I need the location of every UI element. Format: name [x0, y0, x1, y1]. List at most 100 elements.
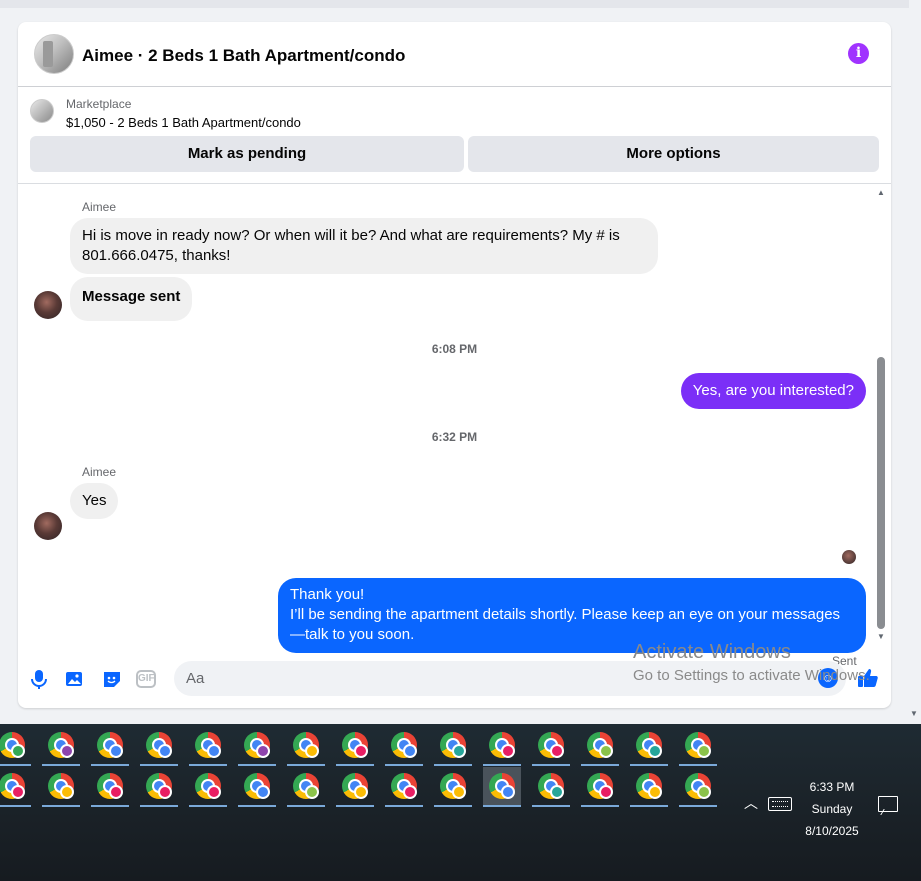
profile-badge-icon — [305, 744, 319, 758]
taskbar-chrome-profile-button[interactable] — [189, 726, 227, 766]
notification-center-icon[interactable] — [878, 796, 898, 812]
profile-badge-icon — [648, 744, 662, 758]
taskbar-chrome-profile-button[interactable] — [238, 767, 276, 807]
profile-badge-icon — [501, 785, 515, 799]
taskbar-chrome-profile-button[interactable] — [434, 767, 472, 807]
sender-avatar[interactable] — [34, 512, 62, 540]
profile-badge-icon — [648, 785, 662, 799]
taskbar-chrome-profile-button[interactable] — [91, 767, 129, 807]
taskbar-chrome-profile-button[interactable] — [140, 726, 178, 766]
profile-badge-icon — [452, 785, 466, 799]
mark-as-pending-button[interactable]: Mark as pending — [30, 136, 464, 172]
conversation-title[interactable]: Aimee · 2 Beds 1 Bath Apartment/condo — [82, 46, 405, 66]
scroll-down-arrow[interactable]: ▼ — [875, 632, 887, 642]
running-indicator — [630, 805, 668, 807]
listing-title[interactable]: $1,050 - 2 Beds 1 Bath Apartment/condo — [66, 115, 301, 130]
page-scrollbar-track[interactable] — [909, 0, 921, 724]
running-indicator — [238, 805, 276, 807]
taskbar-chrome-profile-button[interactable] — [42, 726, 80, 766]
taskbar-chrome-profile-button[interactable] — [336, 726, 374, 766]
incoming-message[interactable]: Hi is move in ready now? Or when will it… — [70, 218, 658, 274]
show-hidden-icons-chevron-icon[interactable]: ︿ — [744, 796, 758, 810]
taskbar-chrome-profile-button[interactable] — [679, 726, 717, 766]
running-indicator — [385, 764, 423, 766]
taskbar-chrome-profile-button[interactable] — [287, 726, 325, 766]
scroll-up-arrow[interactable]: ▲ — [875, 188, 887, 198]
running-indicator — [630, 764, 668, 766]
taskbar-chrome-profile-button[interactable] — [630, 726, 668, 766]
running-indicator — [679, 805, 717, 807]
taskbar-chrome-profile-button[interactable] — [336, 767, 374, 807]
taskbar-chrome-profile-button[interactable] — [189, 767, 227, 807]
running-indicator — [483, 805, 521, 807]
profile-badge-icon — [501, 744, 515, 758]
running-indicator — [532, 764, 570, 766]
profile-badge-icon — [403, 785, 417, 799]
taskbar-chrome-profile-button[interactable] — [238, 726, 276, 766]
taskbar-chrome-profile-button[interactable] — [532, 767, 570, 807]
profile-badge-icon — [452, 744, 466, 758]
profile-badge-icon — [354, 744, 368, 758]
sticker-icon[interactable] — [101, 668, 123, 690]
running-indicator — [91, 764, 129, 766]
profile-badge-icon — [305, 785, 319, 799]
message-line: Thank you! — [290, 586, 365, 603]
outgoing-message[interactable]: Yes, are you interested? — [680, 373, 866, 409]
taskbar-chrome-profile-button[interactable] — [434, 726, 472, 766]
timestamp: 6:32 PM — [431, 430, 478, 444]
info-icon[interactable]: i — [848, 43, 869, 64]
running-indicator — [189, 805, 227, 807]
listing-source: Marketplace — [66, 97, 132, 111]
running-indicator — [189, 764, 227, 766]
running-indicator — [336, 764, 374, 766]
profile-badge-icon — [256, 744, 270, 758]
taskbar-chrome-profile-button[interactable] — [140, 767, 178, 807]
chat-window: Aimee · 2 Beds 1 Bath Apartment/condo i … — [18, 22, 891, 708]
profile-badge-icon — [207, 785, 221, 799]
gif-icon[interactable]: GIF — [136, 670, 156, 688]
taskbar-chrome-profile-button[interactable] — [483, 726, 521, 766]
taskbar-chrome-profile-button[interactable] — [42, 767, 80, 807]
taskbar-chrome-profile-button[interactable] — [679, 767, 717, 807]
taskbar-chrome-profile-button[interactable] — [385, 726, 423, 766]
thread-scrollbar[interactable]: ▲ ▼ — [875, 185, 887, 645]
microphone-icon[interactable] — [28, 668, 50, 690]
running-indicator — [483, 764, 521, 766]
clock-date: 8/10/2025 — [805, 824, 859, 838]
taskbar-chrome-profile-button[interactable] — [630, 767, 668, 807]
emoji-icon[interactable]: ☺ — [818, 668, 838, 688]
profile-badge-icon — [599, 785, 613, 799]
profile-badge-icon — [403, 744, 417, 758]
taskbar-chrome-profile-button[interactable] — [483, 767, 521, 807]
taskbar-chrome-profile-button[interactable] — [385, 767, 423, 807]
message-input[interactable] — [174, 661, 846, 696]
incoming-message[interactable]: Message sent — [70, 277, 193, 321]
running-indicator — [679, 764, 717, 766]
thumbs-up-icon[interactable] — [856, 666, 880, 690]
running-indicator — [42, 764, 80, 766]
listing-thumbnail[interactable] — [30, 99, 54, 123]
incoming-message[interactable]: Yes — [70, 483, 119, 519]
outgoing-message[interactable]: Thank you! I’ll be sending the apartment… — [278, 578, 866, 653]
taskbar-chrome-profile-button[interactable] — [532, 726, 570, 766]
more-options-button[interactable]: More options — [468, 136, 879, 172]
taskbar-chrome-profile-button[interactable] — [287, 767, 325, 807]
conversation-avatar[interactable] — [34, 34, 74, 74]
sender-name: Aimee — [82, 200, 117, 214]
running-indicator — [0, 764, 31, 766]
photo-icon[interactable] — [64, 668, 86, 690]
running-indicator — [42, 805, 80, 807]
page-scroll-down-arrow[interactable]: ▼ — [909, 709, 919, 719]
taskbar-chrome-profile-button[interactable] — [0, 726, 31, 766]
taskbar-chrome-profile-button[interactable] — [0, 767, 31, 807]
system-clock[interactable]: 6:33 PM Sunday 8/10/2025 — [796, 776, 868, 842]
keyboard-icon[interactable] — [768, 797, 792, 811]
scrollbar-thumb[interactable] — [877, 357, 885, 629]
profile-badge-icon — [109, 744, 123, 758]
message-composer: GIF ☺ — [18, 652, 891, 708]
sender-avatar[interactable] — [34, 291, 62, 319]
taskbar-chrome-profile-button[interactable] — [91, 726, 129, 766]
taskbar-chrome-profile-button[interactable] — [581, 726, 619, 766]
profile-badge-icon — [599, 744, 613, 758]
taskbar-chrome-profile-button[interactable] — [581, 767, 619, 807]
